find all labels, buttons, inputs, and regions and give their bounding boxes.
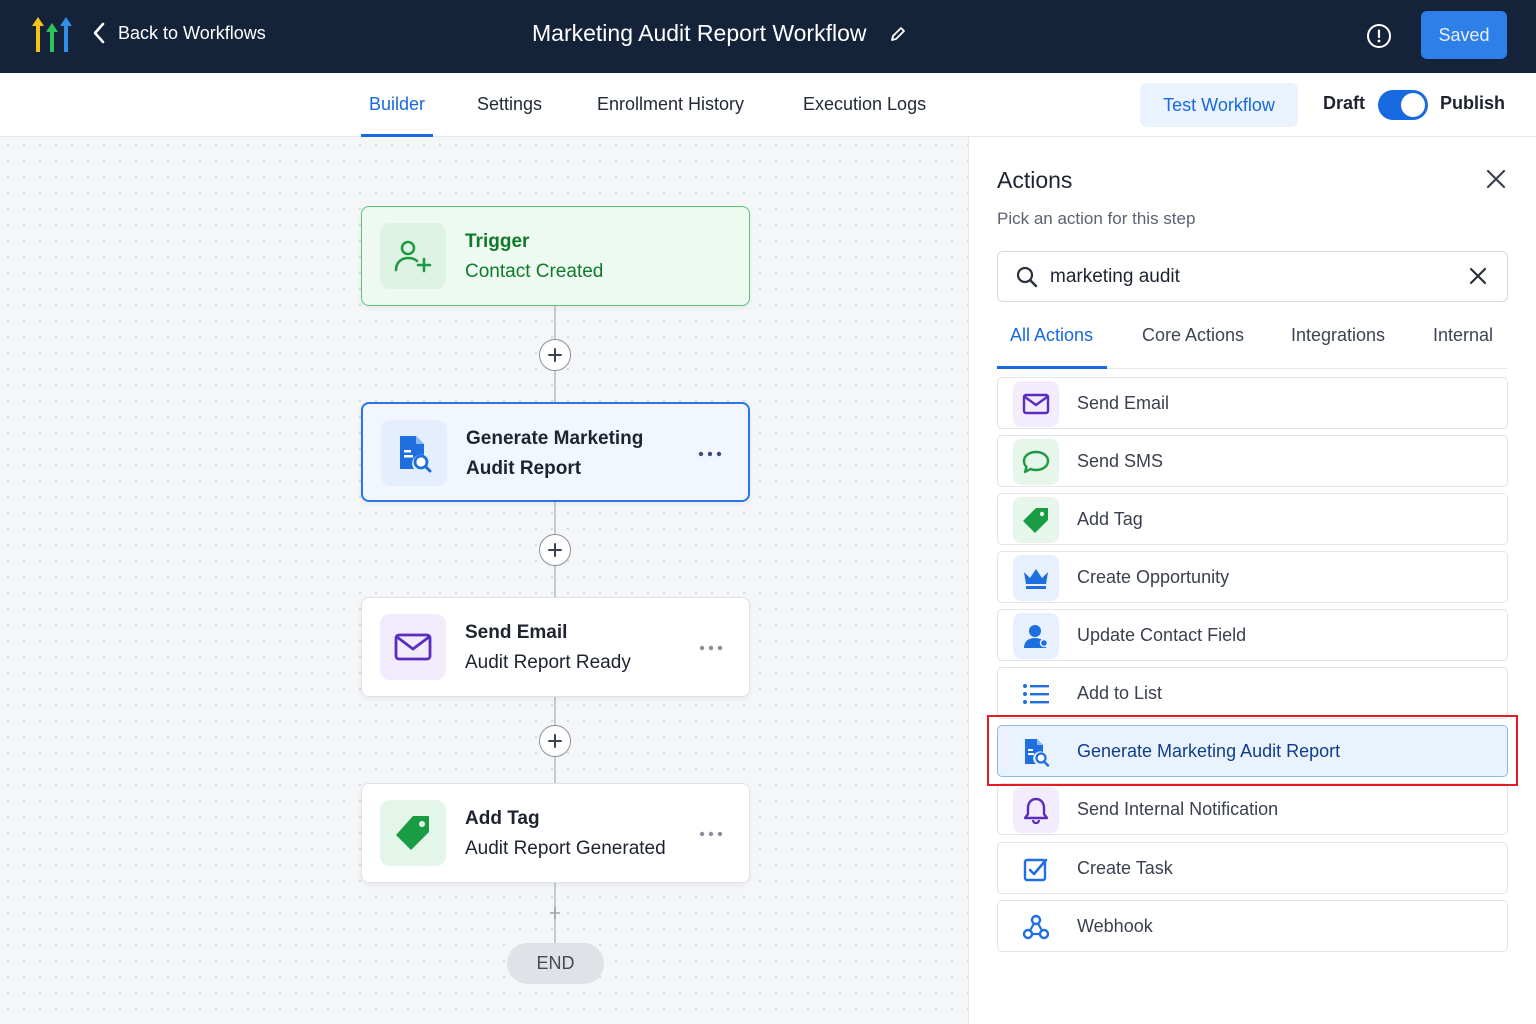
action-label: Add to List [1077,683,1163,703]
action-label: Webhook [1077,916,1153,936]
draft-label: Draft [1323,93,1366,113]
action-send-sms[interactable]: Send SMS [997,435,1508,487]
user-plus-icon [380,223,446,289]
tab-settings[interactable]: Settings [477,73,542,136]
panel-title: Actions [997,167,1073,193]
action-label: Send Email [1077,393,1170,413]
tag-icon [380,800,446,866]
action-label: Send Internal Notification [1077,799,1279,819]
action-label: Create Task [1077,858,1173,878]
tab-all-actions[interactable]: All Actions [1010,325,1093,346]
action-webhook[interactable]: Webhook [997,900,1508,952]
action-label: Create Opportunity [1077,567,1230,587]
node-title-line2: Audit Report [466,458,582,479]
node-title: Add Tag [465,808,540,829]
crown-icon [1013,555,1059,601]
action-create-opportunity[interactable]: Create Opportunity [997,551,1508,603]
add-step-button[interactable] [539,534,571,566]
end-marker: END [507,943,604,984]
action-label: Update Contact Field [1077,625,1247,645]
checkbox-icon [1013,846,1059,892]
add-tag-node[interactable]: Add Tag Audit Report Generated [361,783,750,883]
add-step-button[interactable] [539,725,571,757]
mail-icon [1013,381,1059,427]
tab-internal[interactable]: Internal [1433,325,1493,346]
tab-execution-logs[interactable]: Execution Logs [803,73,926,136]
workflow-title: Marketing Audit Report Workflow [532,20,907,47]
node-subtitle: Audit Report Ready [465,652,631,673]
more-options-icon[interactable] [699,638,723,656]
tag-icon [1013,497,1059,543]
close-icon[interactable] [1485,168,1507,195]
search-icon [1015,265,1039,294]
person-icon [1013,613,1059,659]
top-bar: Back to Workflows Marketing Audit Report… [0,0,1536,73]
node-title: Trigger [465,231,530,252]
tab-integrations[interactable]: Integrations [1291,325,1385,346]
node-title: Send Email [465,622,568,643]
back-label: Back to Workflows [118,22,266,43]
more-options-icon[interactable] [698,444,722,462]
workflow-title-text: Marketing Audit Report Workflow [532,20,867,46]
action-search-input[interactable] [1050,262,1450,292]
chevron-left-icon [93,22,105,44]
toggle-knob [1401,93,1425,117]
action-create-task[interactable]: Create Task [997,842,1508,894]
test-workflow-button[interactable]: Test Workflow [1140,83,1298,127]
pencil-icon[interactable] [889,25,907,43]
tab-builder[interactable]: Builder [360,73,434,137]
webhook-icon [1013,904,1059,950]
report-search-icon [1013,729,1059,775]
publish-label: Publish [1440,93,1506,113]
action-send-internal-notification[interactable]: Send Internal Notification [997,783,1508,835]
action-update-contact-field[interactable]: Update Contact Field [997,609,1508,661]
app-logo[interactable] [30,14,76,56]
action-search-box [997,251,1508,302]
tab-core-actions[interactable]: Core Actions [1142,325,1244,346]
action-send-email[interactable]: Send Email [997,377,1508,429]
tab-enrollment-history[interactable]: Enrollment History [597,73,744,136]
action-label: Send SMS [1077,451,1164,471]
chat-bubble-icon [1013,439,1059,485]
active-tab-indicator [997,366,1107,369]
plus-icon [548,348,562,362]
info-icon[interactable] [1366,23,1392,54]
action-generate-marketing-audit-report[interactable]: Generate Marketing Audit Report [997,725,1508,777]
list-icon [1013,671,1059,717]
mail-icon [380,614,446,680]
panel-subtitle: Pick an action for this step [997,209,1196,228]
more-options-icon[interactable] [699,824,723,842]
actions-panel: Actions Pick an action for this step All… [968,137,1536,1024]
action-label: Add Tag [1077,509,1143,529]
node-title: Generate Marketing [466,428,644,449]
bell-icon [1013,787,1059,833]
clear-search-icon[interactable] [1468,266,1488,291]
report-search-icon [381,420,447,486]
sub-nav: Builder Settings Enrollment History Exec… [0,73,1536,137]
node-subtitle: Contact Created [465,261,604,282]
plus-icon [548,734,562,748]
generate-audit-report-node[interactable]: Generate Marketing Audit Report [361,402,750,502]
node-subtitle: Audit Report Generated [465,838,666,859]
action-add-tag[interactable]: Add Tag [997,493,1508,545]
trigger-node[interactable]: Trigger Contact Created [361,206,750,306]
back-to-workflows-link[interactable]: Back to Workflows [92,22,266,44]
send-email-node[interactable]: Send Email Audit Report Ready [361,597,750,697]
saved-button[interactable]: Saved [1421,11,1507,59]
add-step-button[interactable] [539,339,571,371]
plus-icon [548,543,562,557]
action-label: Generate Marketing Audit Report [1077,741,1341,761]
publish-toggle[interactable] [1378,90,1428,120]
action-add-to-list[interactable]: Add to List [997,667,1508,719]
small-plus-icon[interactable] [549,906,561,925]
